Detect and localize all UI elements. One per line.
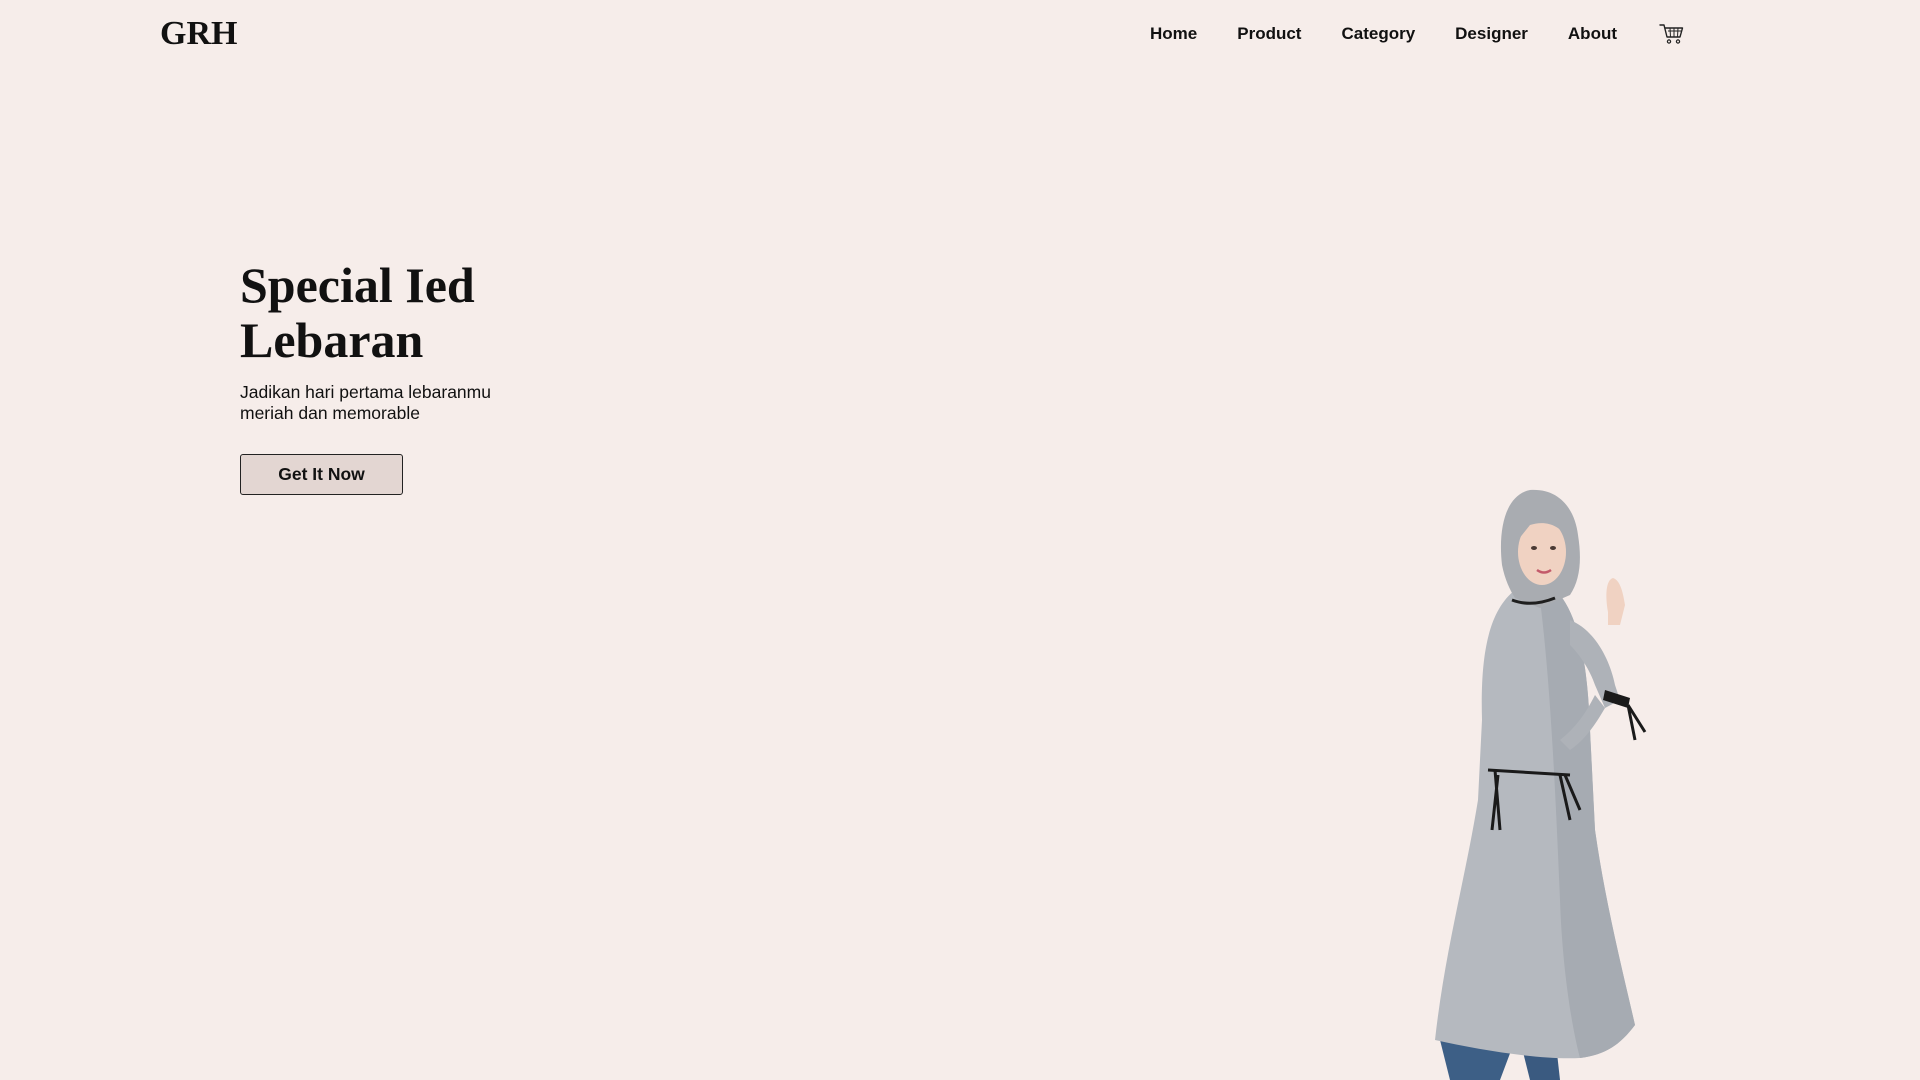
nav-home[interactable]: Home: [1150, 22, 1197, 46]
nav-product[interactable]: Product: [1237, 22, 1301, 46]
hero-section: Special Ied Lebaran Jadikan hari pertama…: [240, 258, 560, 495]
hero-subtitle: Jadikan hari pertama lebaranmu meriah da…: [240, 382, 491, 423]
nav-category[interactable]: Category: [1341, 22, 1415, 46]
hero-title-line1: Special Ied: [240, 257, 475, 313]
landing-page: GRH Home Product Category Designer About…: [0, 0, 1920, 1080]
hero-title-line2: Lebaran: [240, 312, 424, 368]
hero-title: Special Ied Lebaran: [240, 258, 560, 368]
brand-logo[interactable]: GRH: [160, 12, 237, 56]
nav-about[interactable]: About: [1568, 22, 1617, 46]
model-photo: [1420, 480, 1700, 1080]
get-it-now-button[interactable]: Get It Now: [240, 454, 403, 495]
cart-icon[interactable]: [1659, 22, 1685, 46]
main-nav: Home Product Category Designer About: [1150, 22, 1685, 46]
nav-designer[interactable]: Designer: [1455, 22, 1528, 46]
